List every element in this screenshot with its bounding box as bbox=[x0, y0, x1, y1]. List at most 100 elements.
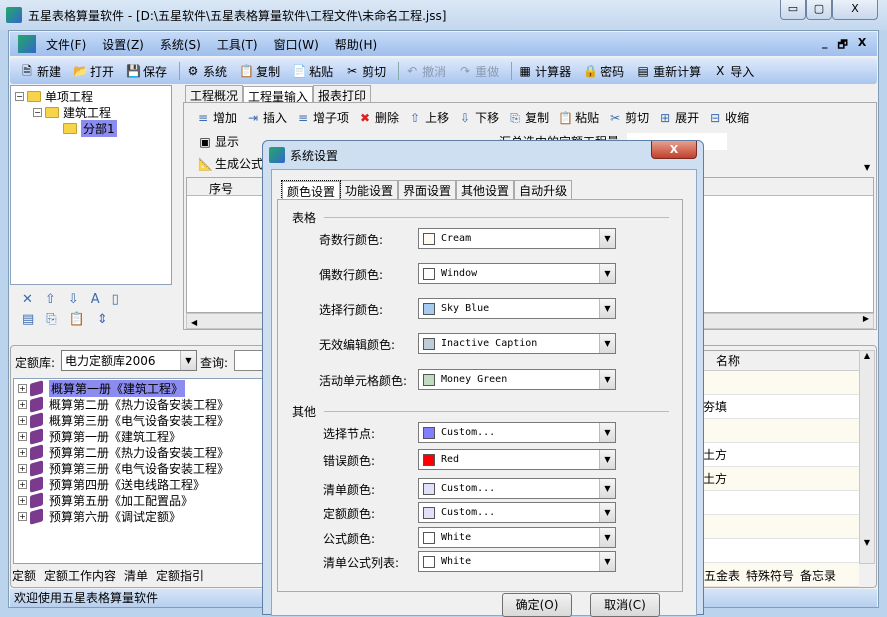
delete-icon[interactable]: ✕ bbox=[22, 292, 45, 307]
color-select[interactable]: White ▼ bbox=[418, 551, 616, 572]
color-select[interactable]: Sky Blue ▼ bbox=[418, 298, 616, 319]
quota-tree-node[interactable]: + 预算第六册《调试定额》 bbox=[18, 507, 260, 525]
剪切-button[interactable]: ✂ 剪切 bbox=[345, 63, 386, 80]
gen-formula-button[interactable]: 生成公式 bbox=[215, 155, 263, 172]
quota-tree-node[interactable]: + 预算第一册《建筑工程》 bbox=[18, 427, 260, 445]
right-bottom-tab-0[interactable]: 五金表 bbox=[704, 567, 740, 584]
expand-icon[interactable]: + bbox=[18, 447, 27, 457]
bottom-tab-0[interactable]: 定额 bbox=[12, 567, 36, 584]
list-icon[interactable]: ▤ bbox=[22, 312, 46, 327]
menu-item-0[interactable]: 文件(F) bbox=[46, 36, 86, 53]
expand-icon[interactable]: + bbox=[18, 431, 27, 441]
grid-row[interactable] bbox=[701, 419, 859, 443]
copy-icon[interactable]: ⎘ bbox=[46, 312, 68, 327]
settings-tab-0[interactable]: 颜色设置 bbox=[280, 180, 342, 202]
color-select[interactable]: White ▼ bbox=[418, 527, 616, 548]
color-select[interactable]: Money Green ▼ bbox=[418, 369, 616, 390]
settings-tab-2[interactable]: 界面设置 bbox=[398, 180, 457, 200]
保存-button[interactable]: 💾 保存 bbox=[126, 63, 167, 80]
color-select[interactable]: Cream ▼ bbox=[418, 228, 616, 249]
grid-row[interactable]: 土方 bbox=[701, 443, 859, 467]
query-input[interactable] bbox=[234, 350, 264, 371]
dialog-close-button[interactable]: X bbox=[651, 141, 697, 159]
paste-icon[interactable]: 📋 bbox=[69, 312, 97, 327]
right-bottom-tab-1[interactable]: 特殊符号 bbox=[746, 567, 794, 584]
menu-item-1[interactable]: 设置(Z) bbox=[102, 36, 144, 53]
grid-row[interactable]: 夯填 bbox=[701, 395, 859, 419]
重新计算-button[interactable]: ▤ 重新计算 bbox=[636, 63, 702, 80]
maximize-button[interactable]: ▢ bbox=[806, 0, 832, 20]
right-bottom-tab-2[interactable]: 备忘录 bbox=[800, 567, 836, 584]
menu-item-5[interactable]: 帮助(H) bbox=[335, 36, 377, 53]
collapse-icon[interactable]: − bbox=[15, 91, 24, 101]
复制-button[interactable]: ⎘ 复制 bbox=[508, 109, 549, 126]
quota-tree-node[interactable]: + 预算第四册《送电线路工程》 bbox=[18, 475, 260, 493]
quota-tree-node[interactable]: + 预算第二册《热力设备安装工程》 bbox=[18, 443, 260, 461]
color-select[interactable]: Custom... ▼ bbox=[418, 422, 616, 443]
tree-node[interactable]: − 建筑工程 bbox=[15, 104, 167, 120]
mdi-close-button[interactable]: X bbox=[858, 36, 866, 55]
expand-icon[interactable]: + bbox=[18, 511, 27, 521]
grid-row[interactable] bbox=[701, 491, 859, 515]
expand-icon[interactable]: + bbox=[18, 415, 27, 425]
expand-icon[interactable]: + bbox=[18, 383, 27, 393]
adjust-icon[interactable]: ⇕ bbox=[97, 312, 120, 327]
expand-icon[interactable]: + bbox=[18, 463, 27, 473]
grid-row[interactable] bbox=[701, 539, 859, 563]
color-select[interactable]: Red ▼ bbox=[418, 449, 616, 470]
上移-button[interactable]: ⇧ 上移 bbox=[408, 109, 449, 126]
ok-button[interactable]: 确定(O) bbox=[502, 593, 572, 617]
grid-row[interactable] bbox=[701, 371, 859, 395]
删除-button[interactable]: ✖ 删除 bbox=[358, 109, 399, 126]
tree-node[interactable]: 分部1 bbox=[15, 119, 167, 137]
settings-tab-1[interactable]: 功能设置 bbox=[340, 180, 399, 200]
font-icon[interactable]: A bbox=[91, 292, 112, 307]
重做-button[interactable]: ↷ 重做 bbox=[458, 63, 499, 80]
color-select[interactable]: Inactive Caption ▼ bbox=[418, 333, 616, 354]
粘贴-button[interactable]: 📄 粘贴 bbox=[292, 63, 333, 80]
mdi-minimize-button[interactable]: _ bbox=[822, 36, 828, 55]
expand-icon[interactable]: + bbox=[18, 495, 27, 505]
settings-tab-4[interactable]: 自动升级 bbox=[514, 180, 573, 200]
打开-button[interactable]: 📂 打开 bbox=[73, 63, 114, 80]
粘贴-button[interactable]: 📋 粘贴 bbox=[558, 109, 599, 126]
move-up-icon[interactable]: ⇧ bbox=[45, 292, 68, 307]
tree-node[interactable]: − 单项工程 bbox=[15, 88, 167, 104]
插入-button[interactable]: ⇥ 插入 bbox=[246, 109, 287, 126]
settings-tab-3[interactable]: 其他设置 bbox=[456, 180, 515, 200]
cancel-button[interactable]: 取消(C) bbox=[590, 593, 660, 617]
page-icon[interactable]: ▯ bbox=[112, 292, 131, 307]
close-button[interactable]: X bbox=[832, 0, 878, 20]
quota-tree-node[interactable]: + 预算第三册《电气设备安装工程》 bbox=[18, 459, 260, 477]
menu-item-4[interactable]: 窗口(W) bbox=[274, 36, 319, 53]
密码-button[interactable]: 🔒 密码 bbox=[583, 63, 624, 80]
收缩-button[interactable]: ⊟ 收缩 bbox=[708, 109, 749, 126]
move-down-icon[interactable]: ⇩ bbox=[68, 292, 91, 307]
expand-icon[interactable]: + bbox=[18, 479, 27, 489]
right-vertical-scrollbar[interactable]: ▲ ▼ bbox=[859, 350, 875, 564]
下移-button[interactable]: ⇩ 下移 bbox=[458, 109, 499, 126]
color-select[interactable]: Window ▼ bbox=[418, 263, 616, 284]
color-select[interactable]: Custom... ▼ bbox=[418, 478, 616, 499]
系统-button[interactable]: ⚙ 系统 bbox=[186, 63, 227, 80]
quota-tree-node[interactable]: + 概算第二册《热力设备安装工程》 bbox=[18, 395, 260, 413]
计算器-button[interactable]: ▦ 计算器 bbox=[518, 63, 571, 80]
grid-row[interactable] bbox=[701, 515, 859, 539]
minimize-button[interactable]: ▭ bbox=[780, 0, 806, 20]
撤消-button[interactable]: ↶ 撤消 bbox=[405, 63, 446, 80]
show-button[interactable]: 显示 bbox=[215, 133, 239, 150]
剪切-button[interactable]: ✂ 剪切 bbox=[608, 109, 649, 126]
bottom-tab-3[interactable]: 定额指引 bbox=[156, 567, 204, 584]
quota-tree-node[interactable]: + 概算第一册《建筑工程》 bbox=[18, 379, 260, 397]
menu-item-3[interactable]: 工具(T) bbox=[217, 36, 258, 53]
增加-button[interactable]: ≡ 增加 bbox=[196, 109, 237, 126]
collapse-icon[interactable]: − bbox=[33, 107, 42, 117]
增子项-button[interactable]: ≡ 增子项 bbox=[296, 109, 349, 126]
quota-tree-node[interactable]: + 预算第五册《加工配置品》 bbox=[18, 491, 260, 509]
复制-button[interactable]: 📋 复制 bbox=[239, 63, 280, 80]
展开-button[interactable]: ⊞ 展开 bbox=[658, 109, 699, 126]
menu-item-2[interactable]: 系统(S) bbox=[160, 36, 201, 53]
quota-lib-select[interactable]: 电力定额库2006 ▼ bbox=[61, 350, 197, 371]
quota-tree-node[interactable]: + 概算第三册《电气设备安装工程》 bbox=[18, 411, 260, 429]
toolbar-overflow-icon[interactable]: ▼ bbox=[864, 163, 870, 172]
